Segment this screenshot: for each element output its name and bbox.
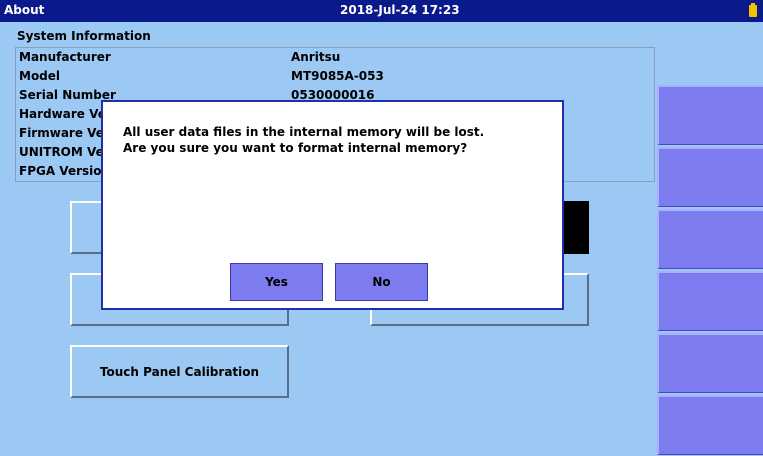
yes-button[interactable]: Yes bbox=[230, 263, 323, 301]
softkey-2[interactable] bbox=[657, 147, 763, 207]
system-information-heading: System Information bbox=[17, 29, 151, 43]
info-value: MT9085A-053 bbox=[291, 69, 384, 83]
softkey-5[interactable] bbox=[657, 333, 763, 393]
datetime-display: 2018-Jul-24 17:23 bbox=[340, 3, 460, 17]
softkey-6[interactable] bbox=[657, 395, 763, 455]
info-label: FPGA Version bbox=[19, 164, 111, 178]
dialog-message-line-1: All user data files in the internal memo… bbox=[123, 125, 485, 139]
about-screen: About 2018-Jul-24 17:23 System Informati… bbox=[0, 0, 763, 456]
info-label: Model bbox=[19, 69, 61, 83]
softkey-3[interactable] bbox=[657, 209, 763, 269]
info-label: UNITROM Ver bbox=[19, 145, 110, 159]
softkey-1[interactable] bbox=[657, 85, 763, 145]
info-label: Manufacturer bbox=[19, 50, 111, 64]
info-label: Hardware Ver bbox=[19, 107, 112, 121]
window-title: About bbox=[4, 3, 45, 17]
info-label: Firmware Ver bbox=[19, 126, 110, 140]
dialog-message: All user data files in the internal memo… bbox=[123, 124, 484, 156]
battery-icon bbox=[749, 3, 757, 17]
info-value: Anritsu bbox=[291, 50, 341, 64]
title-bar: About 2018-Jul-24 17:23 bbox=[0, 0, 763, 22]
dialog-message-line-2: Are you sure you want to format internal… bbox=[123, 141, 468, 155]
no-button[interactable]: No bbox=[335, 263, 428, 301]
format-memory-dialog: All user data files in the internal memo… bbox=[101, 100, 564, 310]
softkey-column bbox=[657, 85, 763, 456]
touch-panel-calibration-button[interactable]: Touch Panel Calibration bbox=[70, 345, 289, 398]
softkey-4[interactable] bbox=[657, 271, 763, 331]
